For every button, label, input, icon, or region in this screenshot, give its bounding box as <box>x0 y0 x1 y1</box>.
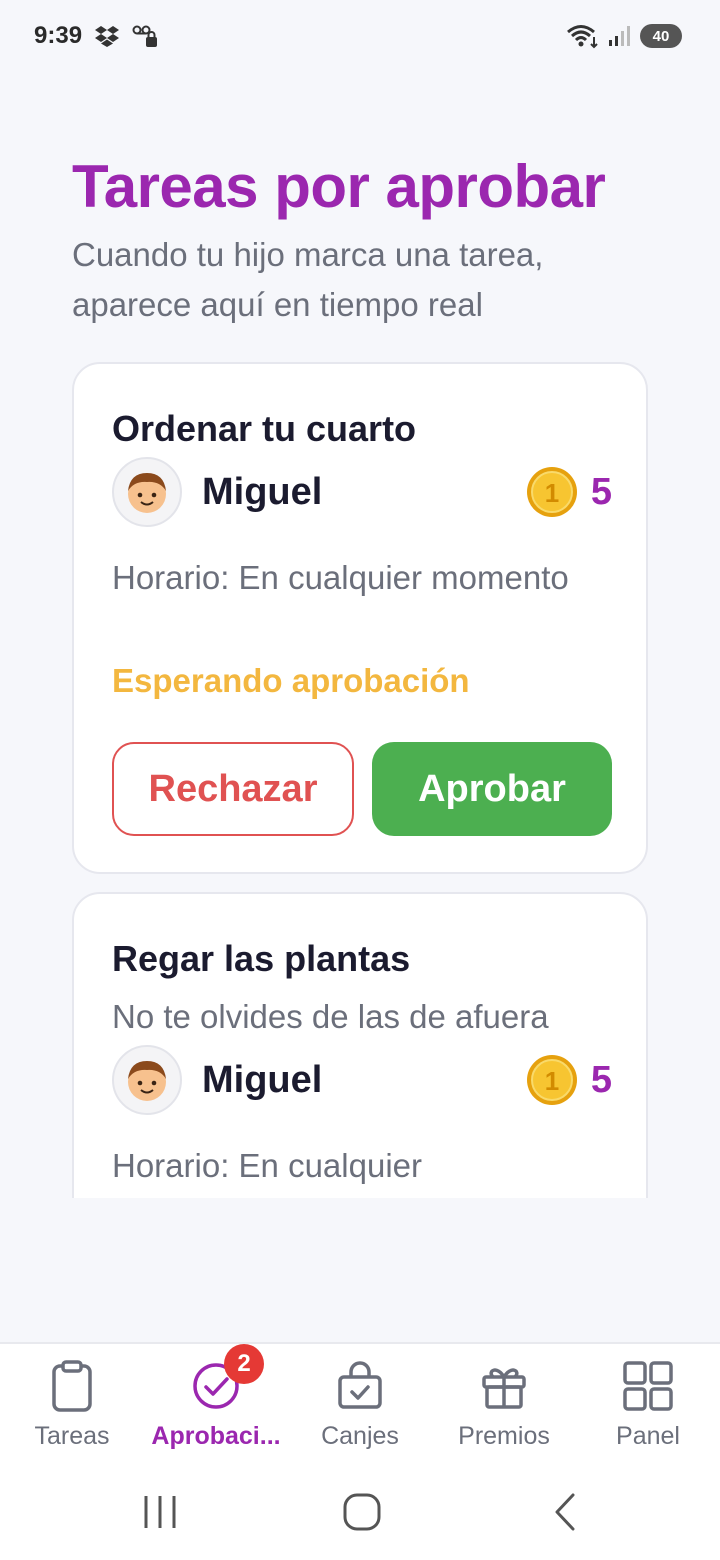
page-title: Tareas por aprobar <box>72 153 606 220</box>
home-icon[interactable] <box>332 1488 392 1536</box>
approvals-screen: 9:39 40 Tareas por aprobar Cuando tu hij… <box>0 0 720 1560</box>
bottom-nav: Tareas 2 Aprobaci... Canjes Premios Pane… <box>0 1342 720 1466</box>
wifi-icon <box>567 25 598 49</box>
avatar <box>112 1045 182 1115</box>
kid-row: Miguel 1 5 <box>112 1044 612 1116</box>
shopping-bag-check-icon <box>332 1358 388 1414</box>
task-title: Regar las plantas <box>112 938 411 979</box>
svg-text:1: 1 <box>545 478 559 508</box>
status-right: 40 <box>566 23 682 49</box>
task-title: Ordenar tu cuarto <box>112 408 417 449</box>
approve-button[interactable]: Aprobar <box>372 742 612 836</box>
points: 1 5 <box>525 465 612 519</box>
boy-avatar-icon <box>128 1061 166 1101</box>
task-card: Regar las plantas No te olvides de las d… <box>72 892 648 1198</box>
task-schedule: Horario: En cualquier <box>112 1147 422 1184</box>
signal-icon <box>609 26 630 46</box>
battery-indicator: 40 <box>640 24 682 48</box>
check-circle-icon: 2 <box>188 1344 264 1414</box>
avatar <box>112 457 182 527</box>
status-pending: Esperando aprobación <box>112 662 470 699</box>
voicemail-lock-icon <box>132 25 158 47</box>
coin-icon: 1 <box>526 467 577 517</box>
nav-item-panel[interactable]: Panel <box>576 1358 720 1458</box>
nav-label: Premios <box>458 1422 550 1450</box>
kid-row: Miguel 1 5 <box>112 456 612 528</box>
page-subtitle: Cuando tu hijo marca una tarea, aparece … <box>72 236 544 323</box>
status-left: 9:39 <box>34 22 158 50</box>
boy-avatar-icon <box>128 473 166 513</box>
grid-icon <box>620 1358 676 1414</box>
system-nav-bar <box>0 1466 720 1560</box>
task-note: No te olvides de las de afuera <box>112 998 549 1035</box>
points-value: 5 <box>590 1058 612 1101</box>
dropbox-icon <box>95 26 120 47</box>
reject-button[interactable]: Rechazar <box>112 742 354 836</box>
kid-name: Miguel <box>202 470 323 513</box>
nav-label: Panel <box>616 1422 680 1450</box>
task-schedule: Horario: En cualquier momento <box>112 559 569 596</box>
nav-item-canjes[interactable]: Canjes <box>288 1358 432 1458</box>
points-value: 5 <box>590 470 612 513</box>
recent-apps-icon[interactable] <box>130 1488 190 1536</box>
nav-item-premios[interactable]: Premios <box>432 1358 576 1458</box>
back-icon[interactable] <box>534 1488 594 1536</box>
points: 1 5 <box>525 1053 612 1107</box>
nav-label: Canjes <box>321 1422 399 1450</box>
notification-badge: 2 <box>224 1344 264 1384</box>
nav-label: Tareas <box>34 1422 110 1450</box>
status-bar: 9:39 40 <box>0 0 720 72</box>
task-card: Ordenar tu cuarto Miguel 1 5 Horario: En… <box>72 362 648 874</box>
status-time: 9:39 <box>34 22 83 49</box>
clipboard-icon <box>44 1358 100 1414</box>
nav-label: Aprobaci... <box>151 1422 281 1450</box>
nav-item-aprobaciones[interactable]: 2 Aprobaci... <box>144 1344 288 1458</box>
nav-item-tareas[interactable]: Tareas <box>0 1358 144 1458</box>
svg-text:1: 1 <box>545 1066 559 1096</box>
kid-name: Miguel <box>202 1058 323 1101</box>
task-list[interactable]: Ordenar tu cuarto Miguel 1 5 Horario: En… <box>72 362 648 1198</box>
coin-icon: 1 <box>526 1055 577 1105</box>
gift-icon <box>476 1358 532 1414</box>
